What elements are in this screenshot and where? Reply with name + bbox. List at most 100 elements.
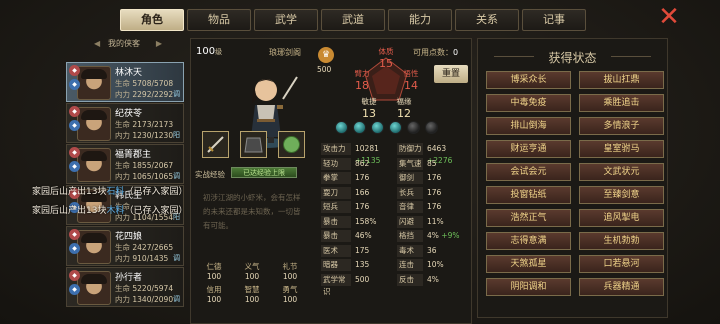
hp-value: 2427/2665 — [132, 243, 174, 252]
weapon-slot[interactable] — [202, 131, 229, 158]
status-item[interactable]: 生机勃勃 — [579, 232, 664, 250]
attribute-label: 敏捷 — [361, 97, 377, 106]
hair-shape — [81, 233, 107, 243]
status-item[interactable]: 志得意满 — [486, 232, 571, 250]
stat-value: 176 — [355, 172, 399, 184]
mp-value: 2292/2292 — [132, 90, 174, 99]
gem-icon[interactable] — [371, 121, 384, 134]
roster-member[interactable]: ◆ ◆ 花四娘 生命 2427/2665 内力 910/1435 调 — [66, 226, 184, 266]
hp-label: 生命 — [115, 161, 133, 170]
status-item[interactable]: 兵器精通 — [579, 278, 664, 296]
gem-slots — [335, 121, 438, 134]
blue-badge-icon: ◆ — [69, 161, 80, 172]
log-suffix: （已存入家园） — [124, 206, 188, 216]
status-item[interactable]: 会试会元 — [486, 163, 571, 181]
roster-member[interactable]: ◆ ◆ 纪茯苓 生命 2173/2173 内力 1230/1230 阳 — [66, 103, 184, 143]
points-value: 0 — [453, 48, 459, 57]
attribute-value: 18 — [355, 79, 369, 92]
blue-badge-icon: ◆ — [69, 284, 80, 295]
member-hp: 生命 2427/2665 — [115, 242, 173, 253]
member-mp: 内力 1230/1230 — [115, 130, 173, 141]
mp-value: 1065/1065 — [132, 172, 174, 181]
tab-5[interactable]: 关系 — [455, 9, 519, 31]
mp-label: 内力 — [115, 131, 133, 140]
status-item[interactable]: 拔山扛鼎 — [579, 71, 664, 89]
member-name: 纪茯苓 — [115, 109, 143, 119]
accessory-slot[interactable] — [278, 131, 305, 158]
gem-icon[interactable] — [407, 121, 420, 134]
roster-member[interactable]: ◆ ◆ 林沐天 生命 5708/5708 内力 2292/2292 调 — [66, 62, 184, 102]
virtue-value: 100 — [244, 295, 260, 304]
arrow-left-icon[interactable]: ◀ — [94, 36, 100, 52]
hp-label: 生命 — [115, 243, 133, 252]
mp-value: 1230/1230 — [132, 131, 174, 140]
sword-icon — [207, 136, 224, 153]
tab-1[interactable]: 物品 — [187, 9, 251, 31]
gem-icon[interactable] — [335, 121, 348, 134]
log-suffix: （已存入家园） — [124, 187, 188, 197]
stat-number: 4% — [427, 274, 439, 284]
status-item[interactable]: 天煞孤星 — [486, 255, 571, 273]
status-panel: 获得状态 博采众长 拔山扛鼎 中毒免疫 乘胜追击 排山倒海 多情浪子 财运亨通 皇室驸马 会试会… — [477, 38, 668, 318]
tab-6[interactable]: 记事 — [522, 9, 586, 31]
tab-0[interactable]: 角色 — [120, 9, 184, 31]
armor-slot[interactable] — [240, 131, 267, 158]
status-item[interactable]: 排山倒海 — [486, 117, 571, 135]
status-item[interactable]: 多情浪子 — [579, 117, 664, 135]
member-name: 孙行者 — [115, 273, 143, 283]
status-item[interactable]: 博采众长 — [486, 71, 571, 89]
status-item[interactable]: 浩然正气 — [486, 209, 571, 227]
stat-number: 10281 — [355, 144, 379, 153]
member-name: 林沐天 — [115, 68, 143, 78]
attribute-0: 体质 15 — [370, 46, 402, 70]
blue-badge-icon: ◆ — [69, 79, 80, 90]
stat-number: 176 — [355, 202, 370, 211]
avatar — [77, 107, 111, 141]
status-item[interactable]: 财运亨通 — [486, 140, 571, 158]
roster-member[interactable]: ◆ ◆ 孙行者 生命 5220/5974 内力 1340/2090 调 — [66, 267, 184, 307]
status-item[interactable]: 中毒免疫 — [486, 94, 571, 112]
attribute-1: 臂力 18 — [346, 68, 378, 92]
status-item[interactable]: 阴阳调和 — [486, 278, 571, 296]
virtue-value: 100 — [282, 295, 298, 304]
member-name: 花四娘 — [115, 232, 143, 242]
status-item[interactable]: 文武状元 — [579, 163, 664, 181]
avatar — [77, 66, 111, 100]
status-item[interactable]: 至臻剑意 — [579, 186, 664, 204]
tab-4[interactable]: 能力 — [388, 9, 452, 31]
gem-icon[interactable] — [353, 121, 366, 134]
stat-number: 176 — [427, 202, 442, 211]
stat-value: 862 — [355, 158, 399, 170]
stat-label: 耍刀 — [321, 186, 351, 199]
stat-number: 176 — [427, 187, 442, 197]
status-item[interactable]: 追风掣电 — [579, 209, 664, 227]
status-item[interactable]: 投窗钻纸 — [486, 186, 571, 204]
stat-value: 10% — [427, 259, 471, 271]
status-item[interactable]: 皇室驸马 — [579, 140, 664, 158]
tab-3[interactable]: 武道 — [321, 9, 385, 31]
stat-number: 10% — [427, 260, 444, 269]
member-hp: 生命 5220/5974 — [115, 283, 173, 294]
roster-member[interactable]: ◆ ◆ 福箐郡主 生命 1855/2067 内力 1065/1065 调 — [66, 144, 184, 184]
stat-value: 158% — [355, 216, 399, 228]
mp-label: 内力 — [115, 254, 133, 263]
avatar — [77, 230, 111, 264]
character-level: 100级 — [196, 46, 222, 57]
stat-label: 攻击力 — [321, 143, 351, 155]
status-item[interactable]: 乘胜追击 — [579, 94, 664, 112]
gem-icon[interactable] — [389, 121, 402, 134]
status-item[interactable]: 口若悬河 — [579, 255, 664, 273]
tab-2[interactable]: 武学 — [254, 9, 318, 31]
reset-button[interactable]: 重置 — [434, 65, 468, 83]
virtue-label: 仁德 — [206, 262, 222, 271]
red-badge-icon: ◆ — [69, 147, 80, 158]
stat-number: 11% — [427, 216, 444, 226]
stat-value: 11% — [427, 216, 471, 228]
close-icon[interactable]: ✕ — [655, 3, 683, 31]
arrow-right-icon[interactable]: ▶ — [156, 36, 162, 52]
attribute-4: 福缘 12 — [388, 96, 420, 120]
stat-number: 862 — [355, 158, 370, 168]
gem-icon[interactable] — [425, 121, 438, 134]
avatar — [77, 148, 111, 182]
stat-number: 500 — [355, 274, 370, 284]
